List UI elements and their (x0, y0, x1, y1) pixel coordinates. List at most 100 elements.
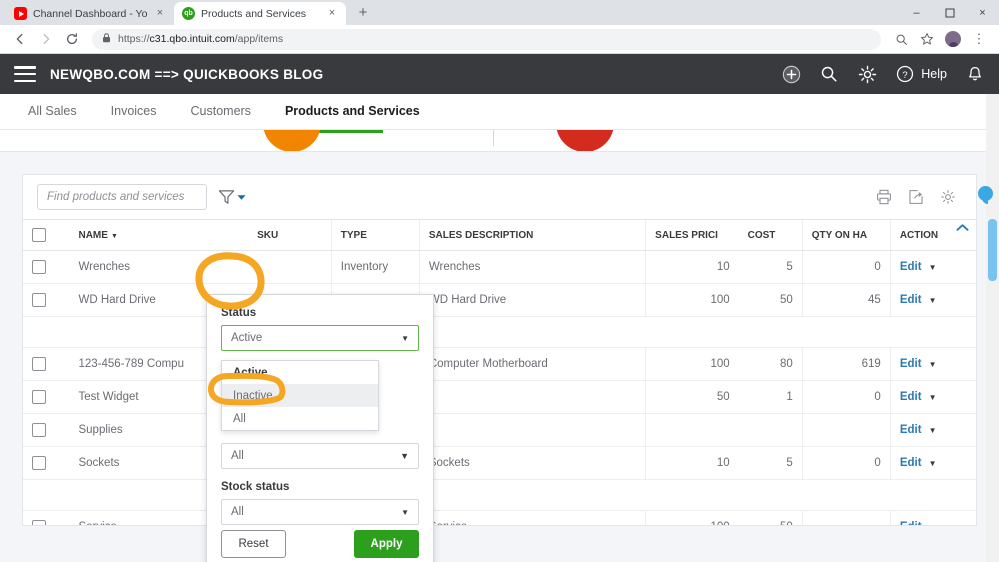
bookmark-star-icon[interactable] (915, 27, 939, 51)
close-window-button[interactable]: × (966, 0, 999, 25)
row-checkbox-cell (23, 250, 70, 284)
tab-products-and-services[interactable]: Products and Services (285, 104, 420, 120)
table-row[interactable]: Supplies Service Edit▼ (23, 413, 976, 447)
edit-link[interactable]: Edit (900, 294, 922, 306)
column-header-cost[interactable]: COST (738, 219, 803, 251)
cell-type: Inventory (330, 250, 420, 284)
status-option-inactive[interactable]: Inactive (222, 384, 378, 407)
forward-icon[interactable] (34, 27, 58, 51)
maximize-button[interactable] (933, 0, 966, 25)
cell-qty-on-hand: 0 (801, 446, 891, 480)
browser-tab-youtube[interactable]: Channel Dashboard - YouTube S × (6, 2, 174, 25)
column-header-name[interactable]: NAME ▼ (69, 219, 249, 251)
chevron-up-icon[interactable] (951, 218, 973, 236)
new-tab-button[interactable]: + (352, 2, 374, 24)
edit-link[interactable]: Edit (900, 521, 922, 525)
row-checkbox[interactable] (32, 260, 46, 274)
edit-link[interactable]: Edit (900, 358, 922, 370)
chevron-down-icon[interactable]: ▼ (929, 426, 937, 435)
chevron-down-icon[interactable]: ▼ (929, 360, 937, 369)
status-select[interactable]: Active ▼ (221, 325, 419, 351)
gear-icon[interactable] (857, 64, 877, 84)
row-checkbox[interactable] (32, 423, 46, 437)
column-header-sales-price[interactable]: SALES PRICI (645, 219, 739, 251)
table-row[interactable]: Test Widget Inventory 50 1 0 Edit▼ (23, 380, 976, 414)
browser-menu-icon[interactable]: ⋮ (967, 27, 991, 51)
tab-customers[interactable]: Customers (191, 104, 251, 120)
type-select[interactable]: All ▼ (221, 443, 419, 469)
row-checkbox[interactable] (32, 293, 46, 307)
reset-button[interactable]: Reset (221, 530, 286, 558)
column-header-qty-on-hand[interactable]: QTY ON HA (801, 219, 891, 251)
cell-cost: 1 (738, 380, 803, 414)
column-header-sku[interactable]: SKU (248, 219, 332, 251)
cell-qty-on-hand: 0 (801, 380, 891, 414)
bell-icon[interactable] (965, 64, 985, 84)
cell-sales-price: 100 (645, 510, 739, 525)
tab-invoices[interactable]: Invoices (111, 104, 157, 120)
table-row[interactable]: 123-456-789 Compu Inventory Computer Mot… (23, 347, 976, 381)
chevron-down-icon[interactable]: ▼ (929, 393, 937, 402)
tab-all-sales[interactable]: All Sales (28, 104, 77, 120)
scrollbar-thumb[interactable] (988, 219, 997, 281)
window-controls: – × (900, 0, 999, 25)
table-row[interactable]: Wrenches Inventory Wrenches 10 5 0 Edit ▼ (23, 250, 976, 284)
select-all-checkbox[interactable] (32, 228, 46, 242)
browser-tab-products-and-services[interactable]: qb Products and Services × (174, 2, 346, 25)
row-checkbox[interactable] (32, 520, 46, 525)
chevron-down-icon[interactable]: ▼ (929, 459, 937, 468)
printer-icon[interactable] (876, 189, 892, 205)
chevron-down-icon[interactable]: ▼ (929, 263, 937, 272)
stock-status-select[interactable]: All ▼ (221, 499, 419, 525)
funnel-filter-icon[interactable] (213, 183, 251, 211)
chevron-down-icon[interactable]: ▼ (929, 523, 937, 525)
hamburger-menu-icon[interactable] (14, 66, 36, 82)
column-header-type[interactable]: TYPE (330, 219, 420, 251)
cell-action: Edit ▼ (889, 380, 976, 414)
status-option-all[interactable]: All (222, 407, 378, 430)
status-options-list: Active Inactive All (221, 360, 379, 431)
plus-circle-icon[interactable] (781, 64, 801, 84)
help-button[interactable]: ? Help (895, 64, 947, 84)
chevron-down-icon[interactable]: ▼ (929, 296, 937, 305)
apply-button[interactable]: Apply (354, 530, 419, 558)
money-circle-orange[interactable] (263, 130, 321, 151)
close-icon[interactable]: × (154, 7, 166, 20)
minimize-button[interactable]: – (900, 0, 933, 25)
table-row[interactable]: Service Service Service 100 50 Edit▼ (23, 510, 976, 525)
address-bar[interactable]: https://c31.qbo.intuit.com/app/items (92, 28, 881, 50)
column-header-description[interactable]: SALES DESCRIPTION (418, 219, 646, 251)
table-row[interactable]: WD Hard Drive Inventory WD Hard Drive 10… (23, 283, 976, 317)
status-option-active[interactable]: Active (222, 361, 378, 384)
search-input[interactable]: Find products and services (37, 184, 207, 210)
reload-icon[interactable] (60, 27, 84, 51)
stock-status-label: Stock status (221, 481, 290, 493)
avatar[interactable] (945, 31, 961, 47)
money-bar-strip (0, 130, 999, 152)
gear-icon[interactable] (940, 189, 956, 205)
back-icon[interactable] (8, 27, 32, 51)
table-row[interactable]: Sockets Inventory Sockets 10 5 0 Edit▼ (23, 446, 976, 480)
type-select-value: All (231, 450, 244, 462)
edit-link[interactable]: Edit (900, 424, 922, 436)
money-circle-red[interactable] (556, 130, 614, 151)
search-icon[interactable] (819, 64, 839, 84)
close-icon[interactable]: × (326, 7, 338, 20)
lock-icon (102, 33, 111, 45)
divider (493, 130, 494, 146)
edit-link[interactable]: Edit (900, 391, 922, 403)
row-checkbox-cell (23, 347, 70, 381)
row-checkbox[interactable] (32, 456, 46, 470)
row-checkbox[interactable] (32, 357, 46, 371)
zoom-icon[interactable] (889, 27, 913, 51)
page-scrollbar[interactable] (986, 94, 999, 562)
cell-description: Sockets (418, 446, 646, 480)
export-icon[interactable] (908, 189, 924, 205)
table-body: Wrenches Inventory Wrenches 10 5 0 Edit ▼… (23, 250, 976, 525)
edit-link[interactable]: Edit (900, 457, 922, 469)
edit-link[interactable]: Edit (900, 261, 922, 273)
help-chat-bubble-icon[interactable] (978, 186, 993, 204)
row-checkbox-cell (23, 510, 70, 525)
row-checkbox[interactable] (32, 390, 46, 404)
address-text: https://c31.qbo.intuit.com/app/items (118, 33, 283, 45)
